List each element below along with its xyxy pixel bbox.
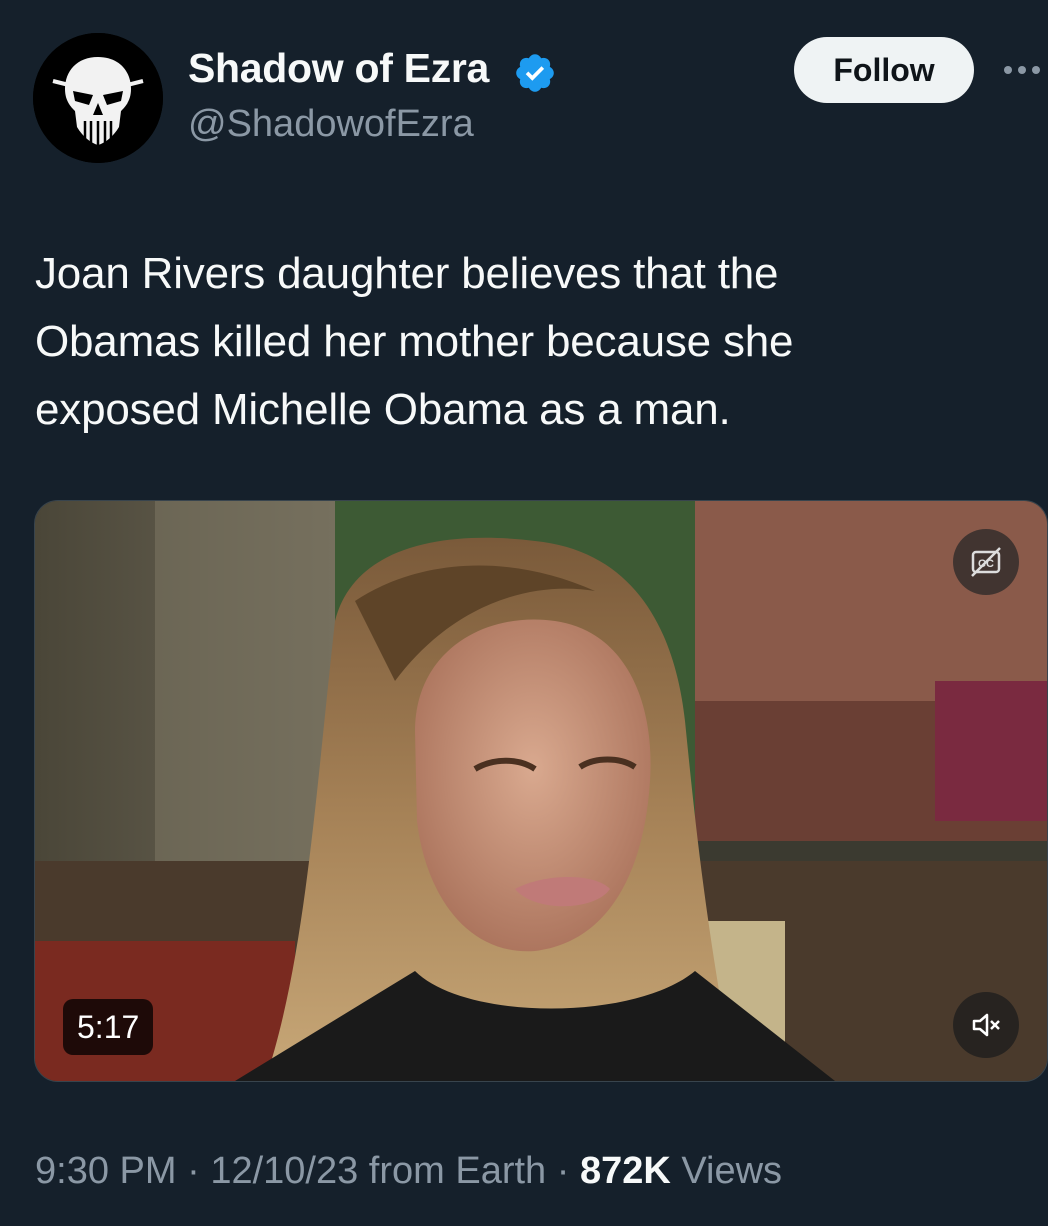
tweet-source: from Earth (368, 1150, 547, 1192)
follow-button[interactable]: Follow (794, 37, 974, 103)
tweet-time[interactable]: 9:30 PM (35, 1150, 177, 1192)
tweet-text: Joan Rivers daughter believes that the O… (35, 240, 1015, 444)
more-horizontal-icon[interactable] (1000, 58, 1044, 82)
tweet-text-line: exposed Michelle Obama as a man. (35, 385, 731, 434)
separator: · (187, 1150, 200, 1192)
views-count: 872K (579, 1150, 671, 1192)
views-label: Views (681, 1150, 783, 1192)
speaker-muted-icon (972, 1013, 1000, 1037)
tweet-text-line: Joan Rivers daughter believes that the (35, 249, 779, 298)
display-name[interactable]: Shadow of Ezra (188, 45, 489, 92)
video-thumbnail (35, 501, 1047, 1081)
user-handle[interactable]: @ShadowofEzra (188, 103, 474, 146)
separator: · (556, 1150, 570, 1192)
closed-captions-button[interactable]: CC (953, 529, 1019, 595)
video-player[interactable]: CC 5:17 (34, 500, 1048, 1082)
verified-badge-icon (516, 54, 554, 92)
avatar[interactable] (33, 33, 163, 163)
video-duration: 5:17 (63, 999, 154, 1055)
closed-captions-off-icon: CC (971, 547, 1001, 577)
mute-button[interactable] (953, 992, 1019, 1058)
punisher-skull-icon (33, 33, 163, 163)
tweet-date[interactable]: 12/10/23 (210, 1150, 358, 1192)
tweet-metadata: 9:30 PM · 12/10/23 from Earth · 872K Vie… (35, 1150, 782, 1193)
tweet-text-line: Obamas killed her mother because she (35, 317, 794, 366)
